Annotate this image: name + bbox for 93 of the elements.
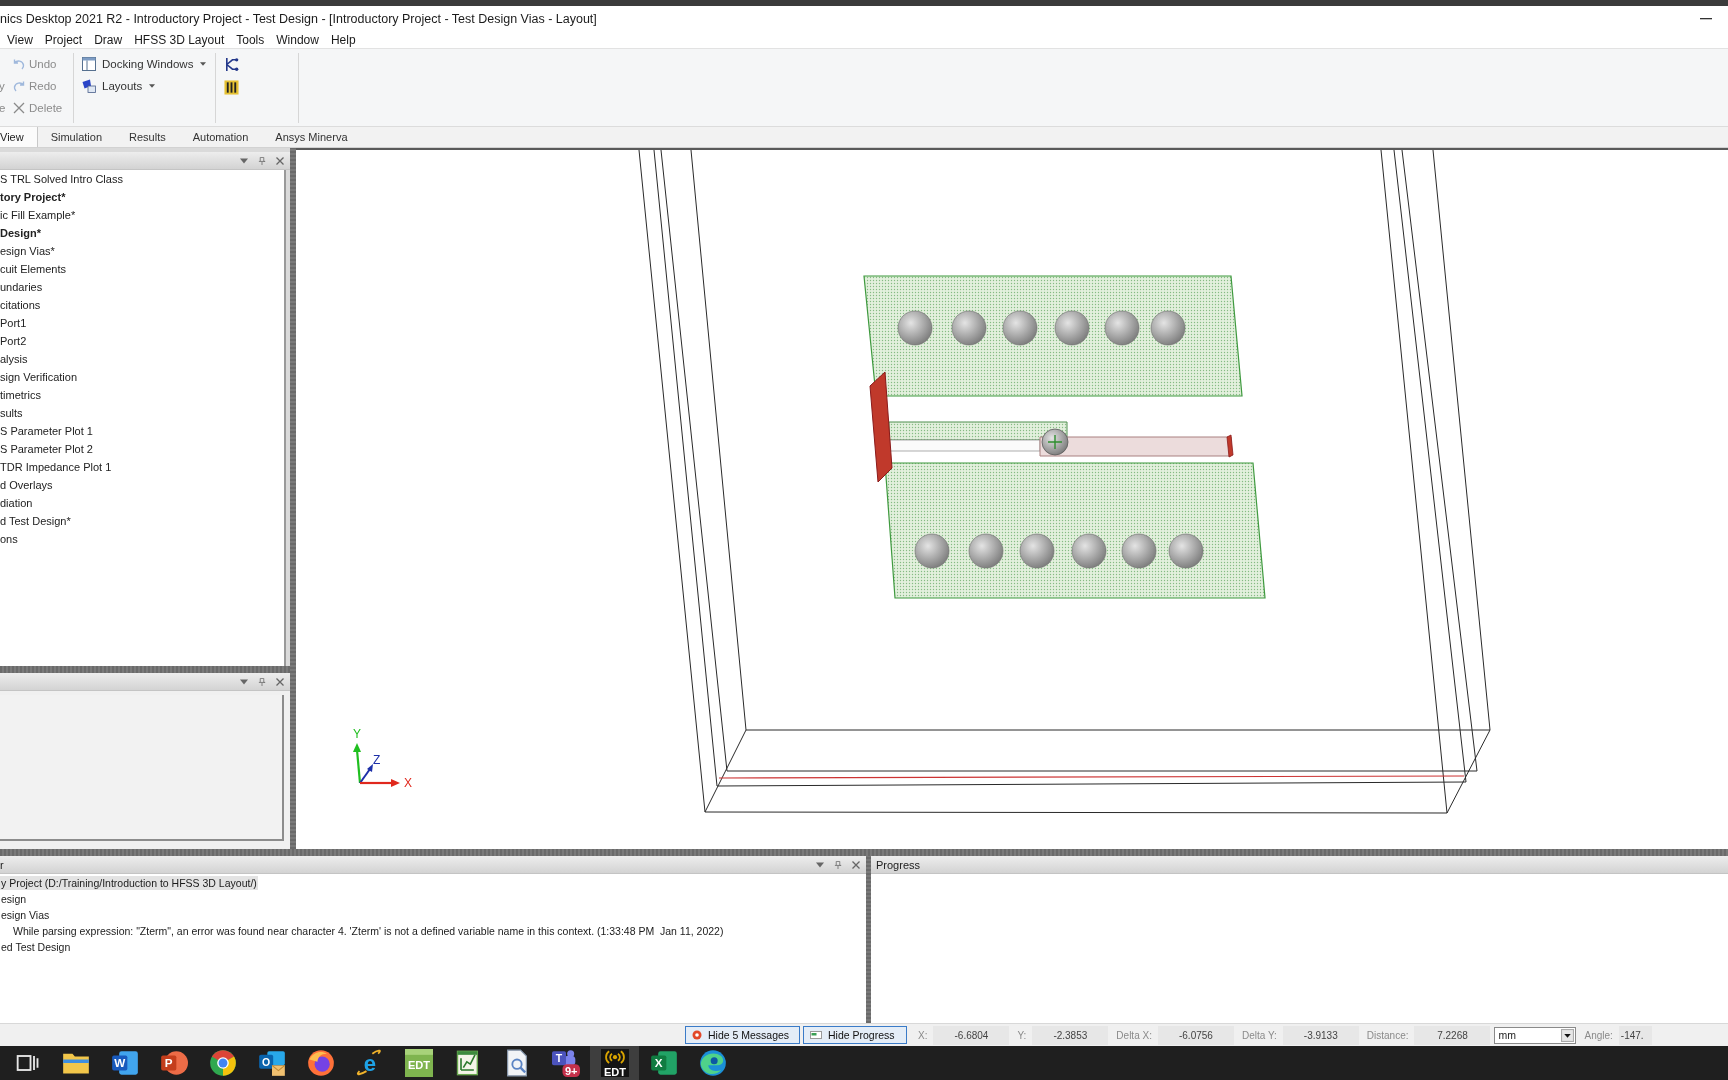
- emblem-icon[interactable]: EDT: [600, 1049, 629, 1077]
- layout-icon: [82, 79, 96, 93]
- caret-icon: [149, 84, 156, 88]
- taskbar-button[interactable]: X: [639, 1046, 688, 1080]
- toolbar-button[interactable]: Docking Windows: [80, 53, 209, 75]
- tree-item[interactable]: tory Project*: [0, 188, 284, 206]
- menu-item[interactable]: Tools: [230, 31, 271, 48]
- panel-title: Progress: [875, 858, 921, 871]
- menu-item[interactable]: Draw: [88, 31, 129, 48]
- close-icon[interactable]: [852, 860, 860, 869]
- window-icon: [82, 57, 96, 71]
- toolbar-button[interactable]: Layouts: [80, 75, 158, 97]
- tree-item[interactable]: timetrics: [0, 386, 284, 404]
- undo-icon: [13, 58, 25, 70]
- circuit-icon[interactable]: [224, 57, 239, 72]
- message-line[interactable]: esign Vias: [0, 908, 51, 922]
- menu-item[interactable]: HFSS 3D Layout: [128, 31, 231, 48]
- taskbar-button[interactable]: e: [345, 1046, 394, 1080]
- panel-title: r: [0, 858, 4, 871]
- menu-item[interactable]: Help: [324, 31, 362, 48]
- round-logo-icon[interactable]: [208, 1049, 237, 1077]
- axis-label: Y: [353, 727, 361, 741]
- menu-item[interactable]: Project: [38, 31, 89, 48]
- axis-arrows-icon: [353, 743, 400, 787]
- menu-item[interactable]: View: [1, 31, 39, 48]
- axis-label: X: [404, 776, 412, 790]
- tree-item[interactable]: cuit Elements: [0, 260, 284, 278]
- tree-item[interactable]: alysis: [0, 350, 284, 368]
- tree-item[interactable]: Port1: [0, 314, 284, 332]
- axis-label: Z: [373, 753, 381, 767]
- dropdown-icon[interactable]: [240, 156, 248, 165]
- pin-icon[interactable]: [258, 156, 266, 165]
- taskbar-button[interactable]: O: [247, 1046, 296, 1080]
- units-dropdown[interactable]: mm: [1494, 1026, 1577, 1044]
- taskbar-button[interactable]: W: [100, 1046, 149, 1080]
- window-title: nics Desktop 2021 R2 - Introductory Project - Test Design - [Introductory Project - Test Design Vias - Layout]: [0, 11, 597, 26]
- readout-field[interactable]: -6.6804: [933, 1025, 1010, 1045]
- tree-item[interactable]: S TRL Solved Intro Class: [0, 170, 284, 188]
- readout-field[interactable]: -2.3853: [1032, 1025, 1109, 1045]
- tree-item[interactable]: TDR Impedance Plot 1: [0, 458, 284, 476]
- caret-icon: [200, 62, 207, 66]
- close-icon[interactable]: [276, 156, 284, 165]
- tree-item[interactable]: sults: [0, 404, 284, 422]
- close-icon[interactable]: [276, 677, 284, 686]
- ring-icon: [692, 1030, 702, 1040]
- dropdown-icon[interactable]: [816, 860, 824, 869]
- readout-field[interactable]: -6.0756: [1157, 1025, 1234, 1045]
- tree-item[interactable]: ons: [0, 530, 284, 548]
- menu-item[interactable]: Window: [270, 31, 325, 48]
- field-label: Y:: [1016, 1029, 1028, 1041]
- field-label: Delta X:: [1115, 1029, 1153, 1041]
- taskbar-button[interactable]: P: [149, 1046, 198, 1080]
- field-label: Delta Y:: [1240, 1029, 1278, 1041]
- tree-item[interactable]: undaries: [0, 278, 284, 296]
- chip-icon[interactable]: [224, 80, 239, 95]
- message-line[interactable]: While parsing expression: "Zterm", an error was found near character 4. 'Zterm' is not a defined variable name in this context. (1:33:48 PM Jan 11, 2022): [12, 924, 725, 938]
- tree-item[interactable]: Design*: [0, 224, 284, 242]
- round-logo-icon[interactable]: [698, 1049, 727, 1077]
- field-label: Distance:: [1365, 1029, 1410, 1041]
- message-line[interactable]: esign: [0, 892, 28, 906]
- pin-icon[interactable]: [258, 677, 266, 686]
- readout-field[interactable]: 7.2268: [1414, 1025, 1491, 1045]
- readout-field[interactable]: -3.9133: [1282, 1025, 1359, 1045]
- status-toggle-button[interactable]: Hide 5 Messages: [685, 1026, 800, 1044]
- tree-item[interactable]: Port2: [0, 332, 284, 350]
- pin-icon[interactable]: [834, 860, 842, 869]
- ribbon-tab[interactable]: Ansys Minerva: [262, 127, 362, 147]
- readout-field[interactable]: -147.: [1618, 1025, 1652, 1045]
- field-label: X:: [917, 1029, 929, 1041]
- tree-item[interactable]: S Parameter Plot 2: [0, 440, 284, 458]
- tree-item[interactable]: d Test Design*: [0, 512, 284, 530]
- field-label: Angle:: [1583, 1029, 1614, 1041]
- taskbar-button[interactable]: EDT: [590, 1046, 639, 1080]
- tree-item[interactable]: sign Verification: [0, 368, 284, 386]
- message-line[interactable]: ed Test Design: [0, 940, 72, 954]
- ribbon-tab[interactable]: Simulation: [37, 127, 116, 147]
- ribbon-tab[interactable]: View: [0, 127, 38, 147]
- tree-item[interactable]: esign Vias*: [0, 242, 284, 260]
- tree-item[interactable]: ic Fill Example*: [0, 206, 284, 224]
- ribbon-tab[interactable]: Automation: [179, 127, 263, 147]
- dropdown-icon[interactable]: [240, 677, 248, 686]
- tree-item[interactable]: diation: [0, 494, 284, 512]
- progress-bar-icon: [810, 1031, 822, 1039]
- status-toggle-button[interactable]: Hide Progress: [803, 1026, 907, 1044]
- minimize-icon[interactable]: [1700, 17, 1712, 20]
- tree-item[interactable]: d Overlays: [0, 476, 284, 494]
- taskbar-button[interactable]: T 9+: [541, 1046, 590, 1080]
- tree-item[interactable]: S Parameter Plot 1: [0, 422, 284, 440]
- redo-icon: [13, 80, 25, 92]
- round-logo-icon[interactable]: [306, 1049, 335, 1077]
- ribbon-tab[interactable]: Results: [116, 127, 180, 147]
- cross-icon: [13, 102, 25, 114]
- tree-item[interactable]: citations: [0, 296, 284, 314]
